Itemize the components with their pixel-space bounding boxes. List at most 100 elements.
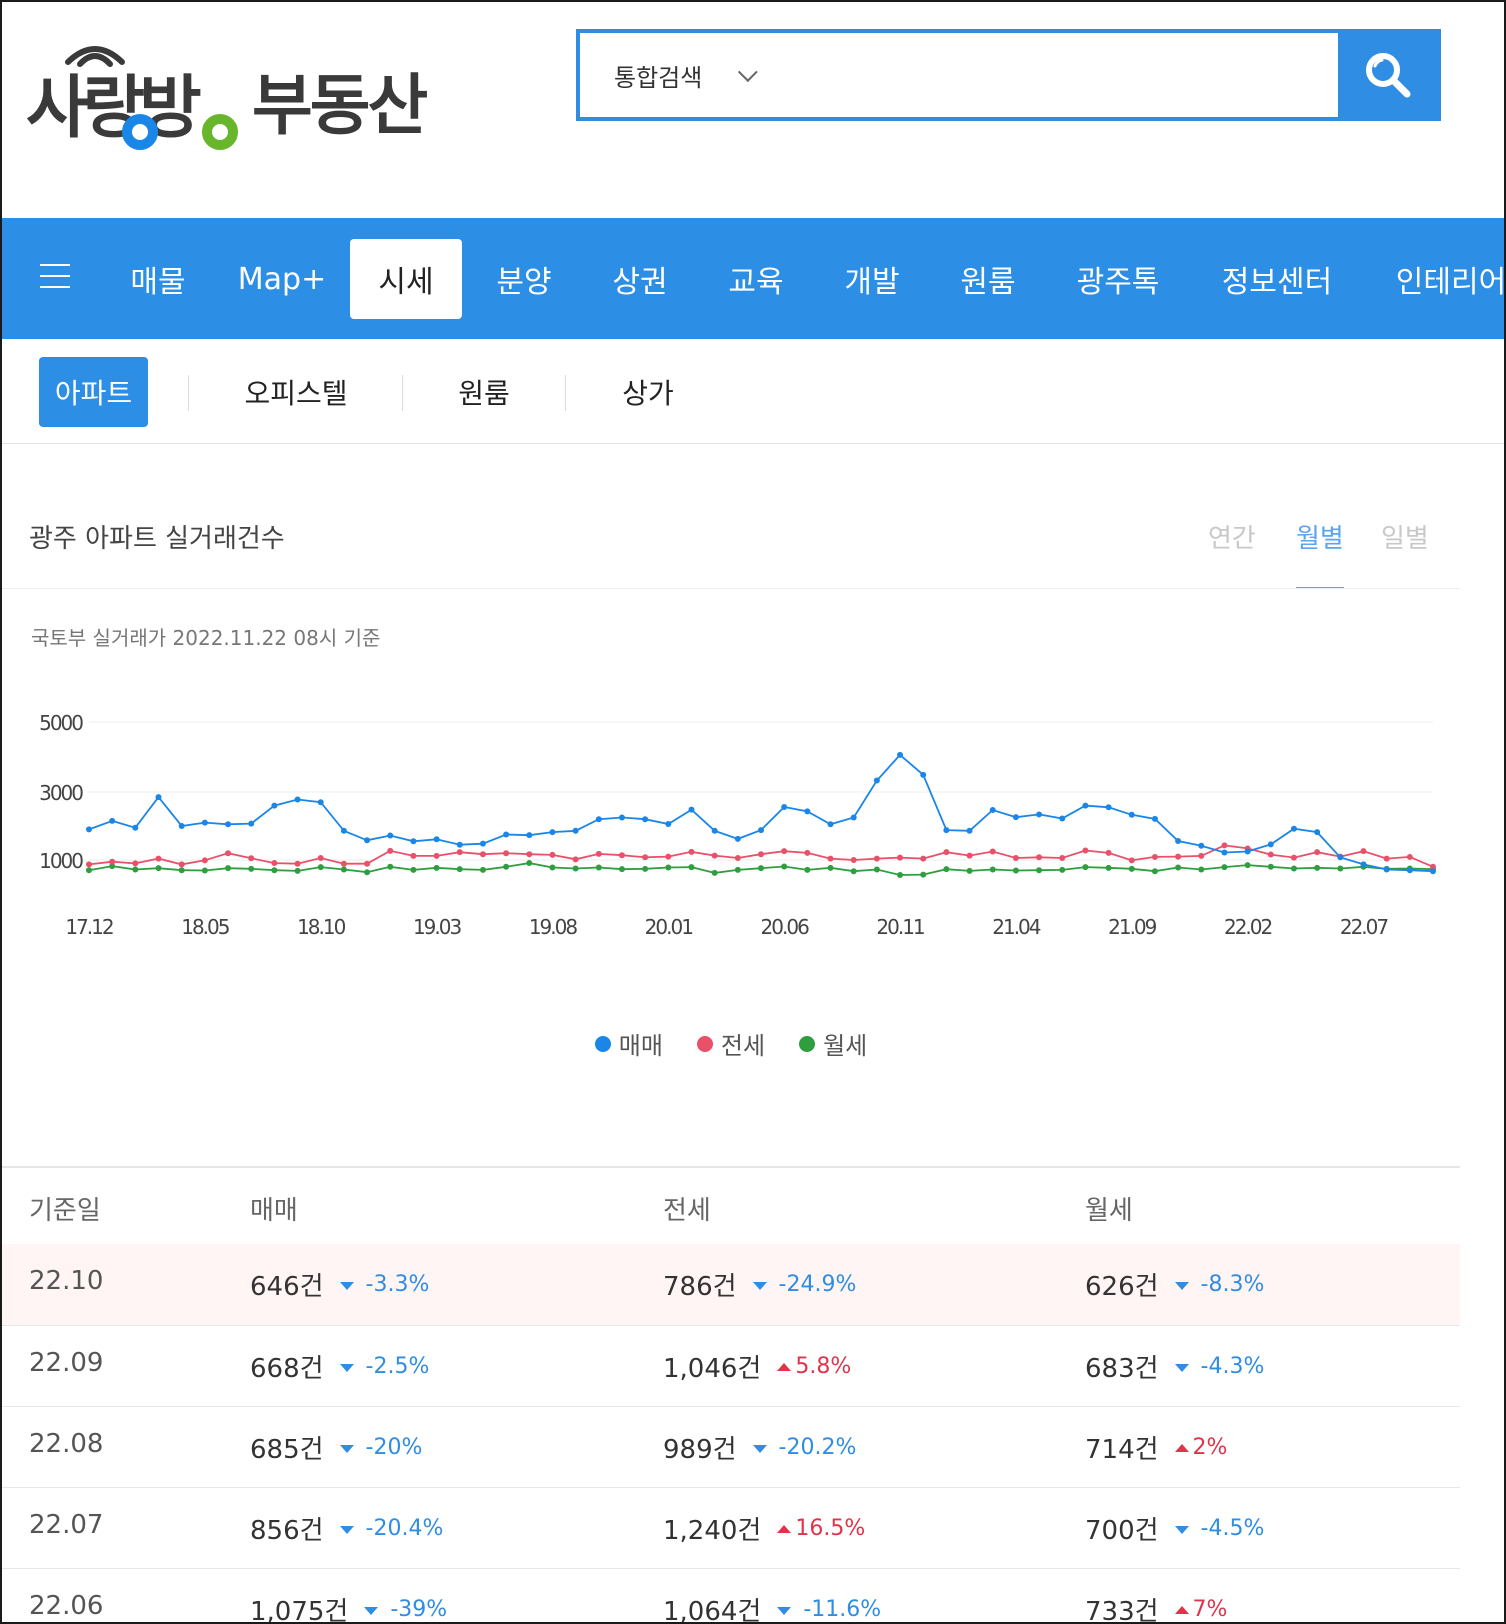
search-button[interactable]	[1338, 33, 1437, 117]
cell-jeonse-count: 989건	[663, 1435, 737, 1465]
data-point	[642, 816, 649, 823]
data-point	[943, 849, 950, 856]
data-point	[781, 863, 788, 870]
data-point	[850, 814, 857, 821]
search-category-select[interactable]: 통합검색	[580, 33, 1338, 117]
y-tick-label: 3000	[39, 781, 83, 805]
nav-item-8[interactable]: 광주톡	[1068, 239, 1168, 319]
table-row: 22.08 685건 -20% 989건 -20.2% 714건 2%	[2, 1406, 1460, 1487]
cell-wolse-change: 2%	[1174, 1435, 1227, 1460]
cell-wolse-change: 7%	[1174, 1597, 1227, 1622]
data-point	[1337, 865, 1344, 872]
nav-item-6[interactable]: 개발	[830, 239, 914, 319]
cell-jeonse: 1,240건 16.5%	[663, 1510, 865, 1547]
subtab-apartment[interactable]: 아파트	[39, 357, 148, 427]
data-point	[526, 860, 533, 867]
data-point	[873, 855, 880, 862]
cell-jeonse-count: 1,046건	[663, 1354, 762, 1384]
data-point	[618, 852, 625, 859]
table-row: 22.10 646건 -3.3% 786건 -24.9% 626건 -8.3%	[2, 1244, 1460, 1325]
nav-item-0[interactable]: 매물	[122, 239, 194, 319]
cell-jeonse-change: 5.8%	[777, 1354, 851, 1379]
data-point	[827, 855, 834, 862]
data-point	[271, 860, 278, 867]
period-monthly[interactable]: 월별	[1296, 518, 1344, 555]
data-point	[688, 848, 695, 855]
cell-sale: 685건 -20%	[250, 1429, 422, 1466]
cell-sale-change: -20.4%	[339, 1516, 444, 1541]
data-point	[132, 866, 139, 873]
arrow-down-icon	[1174, 1525, 1189, 1534]
cell-sale-count: 685건	[250, 1435, 324, 1465]
cell-sale: 856건 -20.4%	[250, 1510, 443, 1547]
site-logo[interactable]: 사랑방 부동산	[26, 28, 446, 150]
arrow-down-icon	[339, 1363, 354, 1372]
data-point	[1175, 853, 1182, 860]
nav-item-2[interactable]: 시세	[350, 239, 462, 319]
period-daily[interactable]: 일별	[1381, 518, 1429, 555]
data-point	[1383, 855, 1390, 862]
chevron-down-icon	[738, 62, 759, 83]
data-source-note: 국토부 실거래가 2022.11.22 08시 기준	[31, 626, 381, 650]
nav-item-10[interactable]: 인테리어	[1386, 239, 1504, 319]
data-point	[294, 860, 301, 867]
cell-jeonse-change: -24.9%	[752, 1272, 856, 1297]
data-point	[410, 866, 417, 873]
data-point	[665, 820, 672, 827]
nav-item-4[interactable]: 상권	[598, 239, 682, 319]
data-point	[1314, 864, 1321, 871]
data-point	[201, 867, 208, 874]
data-point	[1105, 864, 1112, 871]
subtab-officetel[interactable]: 오피스텔	[222, 357, 370, 427]
cell-wolse: 714건 2%	[1085, 1429, 1227, 1466]
arrow-up-icon	[777, 1362, 792, 1371]
subtab-oneroom[interactable]: 원룸	[434, 357, 534, 427]
nav-item-9[interactable]: 정보센터	[1212, 239, 1342, 319]
hamburger-menu-icon[interactable]	[40, 264, 70, 288]
y-tick-label: 1000	[39, 849, 83, 873]
cell-wolse: 733건 7%	[1085, 1591, 1227, 1624]
data-point	[1198, 842, 1205, 849]
data-point	[897, 751, 904, 758]
nav-item-7[interactable]: 원룸	[946, 239, 1030, 319]
nav-item-3[interactable]: 분양	[482, 239, 566, 319]
period-yearly[interactable]: 연간	[1208, 518, 1256, 555]
data-point	[642, 865, 649, 872]
data-point	[1383, 866, 1390, 873]
logo-blue-dot	[122, 114, 158, 150]
data-point	[86, 861, 92, 868]
cell-sale-change: -20%	[339, 1435, 422, 1460]
cell-sale-count: 856건	[250, 1516, 324, 1546]
cell-jeonse-count: 786건	[663, 1272, 737, 1302]
cell-jeonse: 1,064건 -11.6%	[663, 1591, 881, 1622]
data-point	[966, 852, 973, 859]
data-point	[1314, 849, 1321, 856]
logo-sub-text: 부동산	[252, 67, 428, 144]
cell-jeonse: 1,046건 5.8%	[663, 1348, 851, 1385]
subtab-divider	[402, 375, 403, 411]
data-point	[1267, 863, 1274, 870]
nav-item-1[interactable]: Map+	[234, 239, 330, 319]
data-point	[225, 865, 232, 872]
data-point	[595, 864, 602, 871]
data-point	[1151, 815, 1158, 822]
data-point	[827, 821, 834, 828]
legend-item-sale[interactable]: 매매	[594, 1026, 663, 1061]
data-point	[387, 863, 394, 870]
subtab-commercial[interactable]: 상가	[598, 357, 698, 427]
nav-item-5[interactable]: 교육	[714, 239, 798, 319]
cell-wolse-count: 733건	[1085, 1597, 1159, 1624]
change-percent: -20.4%	[365, 1516, 444, 1541]
arrow-down-icon	[339, 1281, 354, 1290]
legend-item-wolse[interactable]: 월세	[799, 1026, 867, 1061]
data-point	[1036, 811, 1043, 818]
data-point	[503, 850, 510, 857]
data-point	[1151, 853, 1158, 860]
data-point	[642, 854, 649, 861]
data-point	[572, 856, 579, 863]
x-tick-label: 20.01	[645, 915, 693, 939]
data-point	[526, 832, 533, 839]
legend-item-jeonse[interactable]: 전세	[696, 1026, 765, 1061]
data-point	[572, 827, 579, 834]
data-point	[479, 851, 486, 858]
